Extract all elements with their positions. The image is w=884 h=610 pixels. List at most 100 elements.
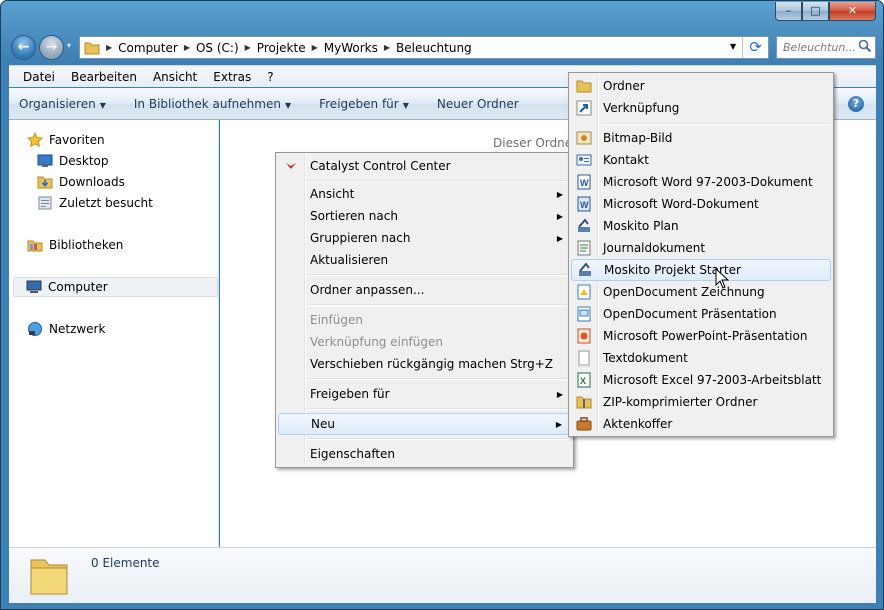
menu-extras[interactable]: Extras xyxy=(205,70,259,84)
menu-item-properties[interactable]: Eigenschaften xyxy=(278,443,571,465)
nav-network[interactable]: Netzwerk xyxy=(27,321,105,337)
help-icon[interactable]: ? xyxy=(848,96,864,112)
menu-item-properties-label: Eigenschaften xyxy=(310,447,396,461)
new-journal-item[interactable]: Journaldokument xyxy=(571,237,831,259)
star-icon xyxy=(27,132,43,148)
nav-favorites[interactable]: Favoriten xyxy=(27,132,105,148)
nav-libraries[interactable]: Bibliotheken xyxy=(27,237,123,253)
nav-recent-places[interactable]: Zuletzt besucht xyxy=(37,195,153,211)
new-text-item[interactable]: Textdokument xyxy=(571,347,831,369)
menu-item-share[interactable]: Freigeben für ▶ xyxy=(278,383,571,405)
address-bar[interactable]: ▶ Computer ▶ OS (C:) ▶ Projekte ▶ MyWork… xyxy=(79,36,769,59)
new-folder-item[interactable]: Ordner xyxy=(571,75,831,97)
menu-item-group[interactable]: Gruppieren nach ▶ xyxy=(278,227,571,249)
new-ppt-item[interactable]: Microsoft PowerPoint-Präsentation xyxy=(571,325,831,347)
new-bitmap-label: Bitmap-Bild xyxy=(603,131,673,145)
library-label: In Bibliothek aufnehmen xyxy=(133,96,281,111)
menu-item-sort[interactable]: Sortieren nach ▶ xyxy=(278,205,571,227)
bitmap-icon xyxy=(576,131,592,145)
menu-item-refresh[interactable]: Aktualisieren xyxy=(278,249,571,271)
new-word97-item[interactable]: W Microsoft Word 97-2003-Dokument xyxy=(571,171,831,193)
new-text-label: Textdokument xyxy=(603,351,688,365)
maximize-button[interactable]: □ xyxy=(802,2,829,21)
new-word97-label: Microsoft Word 97-2003-Dokument xyxy=(603,175,813,189)
menu-item-new-label: Neu xyxy=(311,417,335,431)
opendocument-drawing-icon xyxy=(577,284,591,300)
opendocument-presentation-icon xyxy=(577,306,591,322)
new-shortcut-item[interactable]: Verknüpfung xyxy=(571,97,831,119)
chevron-right-icon[interactable]: ▶ xyxy=(243,43,253,52)
menu-separator xyxy=(601,123,831,125)
details-pane: 0 Elemente xyxy=(9,547,876,603)
menu-item-undo-label: Verschieben rückgängig machen xyxy=(310,357,507,371)
menu-ansicht[interactable]: Ansicht xyxy=(145,70,205,84)
menu-datei[interactable]: Datei xyxy=(15,70,63,84)
menu-item-new[interactable]: Neu ▶ xyxy=(278,413,571,435)
search-input[interactable]: Beleuchtun... xyxy=(776,36,876,59)
new-bitmap-item[interactable]: Bitmap-Bild xyxy=(571,127,831,149)
catalyst-icon xyxy=(286,163,296,169)
close-button[interactable]: ✕ xyxy=(829,2,876,21)
folder-icon xyxy=(30,559,68,595)
chevron-right-icon[interactable]: ▶ xyxy=(310,43,320,52)
breadcrumb-computer[interactable]: Computer xyxy=(114,41,182,55)
chevron-right-icon[interactable]: ▶ xyxy=(182,43,192,52)
menu-help[interactable]: ? xyxy=(259,70,281,84)
new-moskito-starter-item[interactable]: Moskito Projekt Starter xyxy=(571,259,831,281)
menu-item-undo-accelerator: Strg+Z xyxy=(510,357,553,371)
new-excel97-item[interactable]: X Microsoft Excel 97-2003-Arbeitsblatt xyxy=(571,369,831,391)
zip-folder-icon xyxy=(576,396,592,409)
new-zip-item[interactable]: ZIP-komprimierter Ordner xyxy=(571,391,831,413)
nav-libraries-label: Bibliotheken xyxy=(49,238,124,252)
new-word-item[interactable]: W Microsoft Word-Dokument xyxy=(571,193,831,215)
menu-item-undo-move[interactable]: Verschieben rückgängig machen Strg+Z xyxy=(278,353,571,375)
breadcrumb-os-drive[interactable]: OS (C:) xyxy=(192,41,243,55)
share-with-button[interactable]: Freigeben für ▼ xyxy=(319,97,409,111)
new-contact-item[interactable]: Kontakt xyxy=(571,149,831,171)
include-in-library-button[interactable]: In Bibliothek aufnehmen ▼ xyxy=(134,97,291,111)
breadcrumb-projekte[interactable]: Projekte xyxy=(253,41,310,55)
new-moskito-plan-item[interactable]: Moskito Plan xyxy=(571,215,831,237)
menu-item-customize-folder[interactable]: Ordner anpassen... xyxy=(278,279,571,301)
moskito-starter-icon xyxy=(579,262,591,276)
folder-icon xyxy=(80,37,104,58)
address-history-dropdown-icon[interactable]: ▼ xyxy=(730,42,736,51)
menu-item-catalyst-label: Catalyst Control Center xyxy=(310,159,451,173)
network-icon xyxy=(28,322,42,336)
nav-computer[interactable]: Computer xyxy=(13,277,218,297)
back-button[interactable]: ← xyxy=(11,35,36,60)
new-odp-item[interactable]: OpenDocument Präsentation xyxy=(571,303,831,325)
breadcrumb-beleuchtung[interactable]: Beleuchtung xyxy=(392,41,476,55)
menu-item-refresh-label: Aktualisieren xyxy=(310,253,389,267)
chevron-down-icon: ▼ xyxy=(284,100,292,110)
chevron-right-icon[interactable]: ▶ xyxy=(104,43,114,52)
menu-separator xyxy=(308,180,570,182)
menu-item-catalyst[interactable]: Catalyst Control Center xyxy=(278,155,571,177)
chevron-down-icon: ▼ xyxy=(99,100,106,110)
organize-button[interactable]: Organisieren ▼ xyxy=(19,97,106,111)
new-odg-label: OpenDocument Zeichnung xyxy=(603,285,765,299)
new-odg-item[interactable]: OpenDocument Zeichnung xyxy=(571,281,831,303)
search-placeholder: Beleuchtun... xyxy=(783,41,856,54)
nav-downloads[interactable]: Downloads xyxy=(37,174,125,190)
search-icon[interactable] xyxy=(858,39,872,53)
nav-network-label: Netzwerk xyxy=(49,322,106,336)
menu-item-view[interactable]: Ansicht ▶ xyxy=(278,183,571,205)
menu-item-paste-shortcut[interactable]: Verknüpfung einfügen xyxy=(278,331,571,353)
refresh-button[interactable]: ⟳ xyxy=(742,37,768,58)
new-briefcase-item[interactable]: Aktenkoffer xyxy=(571,413,831,435)
menu-item-paste[interactable]: Einfügen xyxy=(278,309,571,331)
chevron-right-icon[interactable]: ▶ xyxy=(382,43,392,52)
menu-item-group-label: Gruppieren nach xyxy=(310,231,411,245)
powerpoint-icon xyxy=(577,328,591,344)
downloads-folder-icon xyxy=(37,176,53,189)
briefcase-icon xyxy=(576,417,592,431)
menu-item-sort-label: Sortieren nach xyxy=(310,209,398,223)
new-folder-button[interactable]: Neuer Ordner xyxy=(437,97,519,111)
nav-desktop[interactable]: Desktop xyxy=(37,153,109,169)
recent-pages-dropdown[interactable]: ▾ xyxy=(67,41,71,50)
forward-button[interactable]: → xyxy=(39,35,64,60)
menu-bearbeiten[interactable]: Bearbeiten xyxy=(63,70,145,84)
breadcrumb-myworks[interactable]: MyWorks xyxy=(320,41,382,55)
minimize-button[interactable]: – xyxy=(775,2,802,21)
